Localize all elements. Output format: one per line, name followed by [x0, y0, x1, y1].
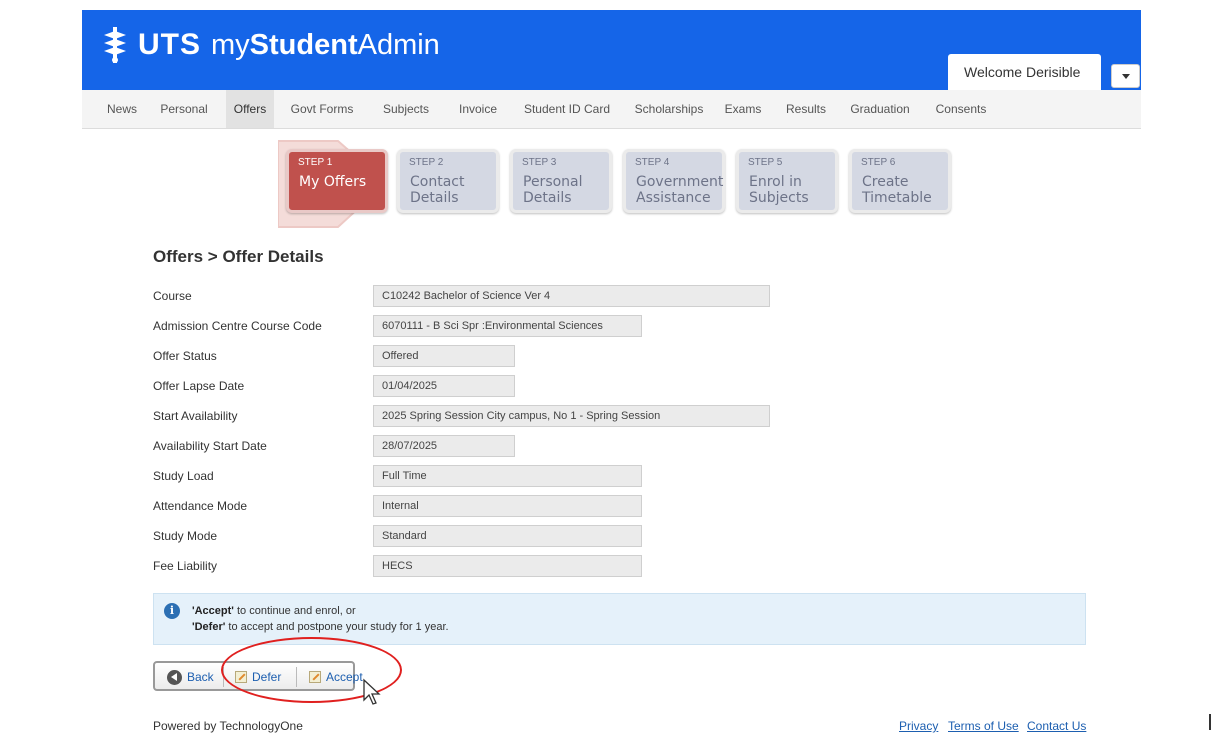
- defer-description: to accept and postpone your study for 1 …: [225, 621, 449, 633]
- field-offer-status: Offered: [373, 345, 515, 367]
- nav-personal[interactable]: Personal: [152, 90, 216, 128]
- nav-scholarships[interactable]: Scholarships: [626, 90, 712, 128]
- logo-admin-text: Admin: [357, 28, 440, 61]
- field-label-course: Course: [153, 289, 192, 303]
- field-start-availability: 2025 Spring Session City campus, No 1 - …: [373, 405, 770, 427]
- step-contact-details[interactable]: STEP 2 Contact Details: [397, 149, 499, 213]
- field-label-offer-status: Offer Status: [153, 349, 217, 363]
- field-label-study-mode: Study Mode: [153, 529, 218, 543]
- step-title: My Offers: [299, 174, 367, 190]
- step-government-assistance[interactable]: STEP 4 Government Assistance: [623, 149, 725, 213]
- welcome-label[interactable]: Welcome Derisible: [948, 54, 1101, 90]
- window-edge: [1209, 714, 1211, 730]
- step-number: STEP 6: [861, 157, 896, 168]
- step-enrol-in-subjects[interactable]: STEP 5 Enrol in Subjects: [736, 149, 838, 213]
- step-create-timetable[interactable]: STEP 6 Create Timetable: [849, 149, 951, 213]
- field-offer-lapse-date: 01/04/2025: [373, 375, 515, 397]
- uts-emblem-icon: [104, 27, 126, 63]
- field-label-attendance-mode: Attendance Mode: [153, 499, 248, 513]
- nav-results[interactable]: Results: [778, 90, 834, 128]
- user-menu-toggle[interactable]: [1111, 64, 1140, 88]
- step-number: STEP 3: [522, 157, 557, 168]
- step-my-offers[interactable]: STEP 1 My Offers: [286, 149, 388, 213]
- info-icon: i: [164, 603, 180, 619]
- info-line-defer: 'Defer' to accept and postpone your stud…: [192, 621, 449, 633]
- step-title: Create Timetable: [862, 174, 932, 206]
- nav-govt-forms[interactable]: Govt Forms: [282, 90, 362, 128]
- field-admission-code: 6070111 - B Sci Spr :Environmental Scien…: [373, 315, 642, 337]
- step-title: Personal Details: [523, 174, 583, 206]
- info-line-accept: 'Accept' to continue and enrol, or: [192, 605, 356, 617]
- back-arrow-icon: [167, 669, 182, 685]
- defer-keyword: 'Defer': [192, 621, 226, 633]
- field-fee-liability: HECS: [373, 555, 642, 577]
- caret-down-icon: [1121, 73, 1130, 79]
- field-label-fee-liability: Fee Liability: [153, 559, 218, 573]
- field-label-start-availability: Start Availability: [153, 409, 238, 423]
- step-number: STEP 2: [409, 157, 444, 168]
- field-label-offer-lapse-date: Offer Lapse Date: [153, 379, 245, 393]
- step-title: Enrol in Subjects: [749, 174, 809, 206]
- step-personal-details[interactable]: STEP 3 Personal Details: [510, 149, 612, 213]
- logo-my-text: my: [211, 28, 250, 61]
- field-study-mode: Standard: [373, 525, 642, 547]
- step-title: Contact Details: [410, 174, 465, 206]
- field-study-load: Full Time: [373, 465, 642, 487]
- field-availability-start-date: 28/07/2025: [373, 435, 515, 457]
- main-nav: News Personal Offers Govt Forms Subjects…: [82, 90, 1141, 129]
- step-number: STEP 5: [748, 157, 783, 168]
- uts-logo[interactable]: UTS my Student Admin: [100, 22, 440, 68]
- field-course: C10242 Bachelor of Science Ver 4: [373, 285, 770, 307]
- accept-keyword: 'Accept': [192, 605, 234, 617]
- nav-consents[interactable]: Consents: [930, 90, 992, 128]
- accept-description: to continue and enrol, or: [233, 605, 356, 617]
- step-number: STEP 1: [298, 157, 333, 168]
- page-title: Offers > Offer Details: [153, 247, 324, 266]
- back-button-label: Back: [187, 670, 214, 684]
- logo-student-text: Student: [249, 28, 358, 61]
- mouse-pointer-icon: [363, 678, 381, 705]
- logo-uts-text: UTS: [138, 28, 201, 61]
- nav-offers[interactable]: Offers: [226, 90, 274, 128]
- back-button[interactable]: Back: [167, 667, 214, 687]
- field-label-availability-start-date: Availability Start Date: [153, 439, 267, 453]
- nav-student-id-card[interactable]: Student ID Card: [512, 90, 622, 128]
- nav-exams[interactable]: Exams: [718, 90, 768, 128]
- field-attendance-mode: Internal: [373, 495, 642, 517]
- nav-news[interactable]: News: [100, 90, 144, 128]
- step-number: STEP 4: [635, 157, 670, 168]
- nav-graduation[interactable]: Graduation: [842, 90, 918, 128]
- field-label-study-load: Study Load: [153, 469, 214, 483]
- step-title: Government Assistance: [636, 174, 724, 206]
- nav-invoice[interactable]: Invoice: [448, 90, 508, 128]
- nav-subjects[interactable]: Subjects: [374, 90, 438, 128]
- header: UTS my Student Admin Welcome Derisible N…: [0, 10, 1212, 129]
- field-label-admission-code: Admission Centre Course Code: [153, 319, 322, 333]
